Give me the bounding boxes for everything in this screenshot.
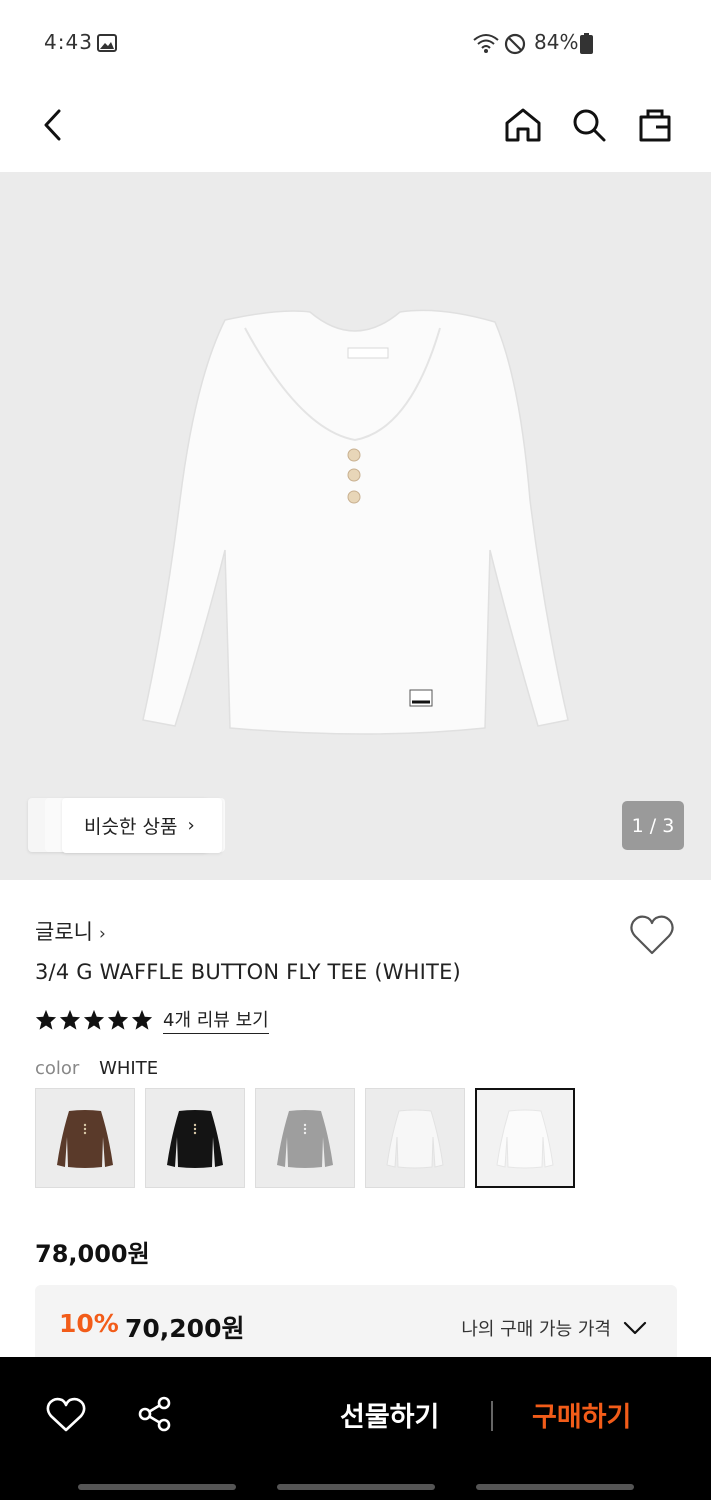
do-not-disturb-icon (504, 33, 526, 55)
wishlist-heart-icon[interactable] (46, 1397, 86, 1433)
shopping-bag-icon[interactable] (632, 102, 678, 148)
nav-gesture-bar (476, 1484, 634, 1490)
discount-percent: 10% (59, 1309, 119, 1338)
search-icon[interactable] (566, 102, 612, 148)
back-icon[interactable] (30, 102, 76, 148)
star-icon (35, 1009, 57, 1030)
status-time: 4:43 (44, 30, 93, 54)
star-icon (59, 1009, 81, 1030)
share-icon[interactable] (136, 1395, 174, 1433)
gift-button[interactable]: 선물하기 (340, 1395, 439, 1434)
swatch-white-selected[interactable] (475, 1088, 575, 1188)
swatch-gray[interactable] (255, 1088, 355, 1188)
discount-price-box: 10% 70,200원 나의 구매 가능 가격 (35, 1285, 677, 1365)
star-icon (107, 1009, 129, 1030)
similar-products-button[interactable]: 비슷한 상품 › (62, 798, 222, 853)
battery-icon (580, 33, 593, 54)
bottom-action-bar: 선물하기 구매하기 (0, 1357, 711, 1500)
status-bar: 4:43 84% (0, 0, 711, 84)
nav-gesture-bar (78, 1484, 236, 1490)
battery-level: 84% (534, 30, 579, 54)
star-icon (83, 1009, 105, 1030)
brand-name: 글로니 (35, 920, 93, 944)
swatch-light[interactable] (365, 1088, 465, 1188)
my-price-label: 나의 구매 가능 가격 (461, 1319, 611, 1340)
chevron-right-icon: › (98, 924, 106, 944)
product-title: 3/4 G WAFFLE BUTTON FLY TEE (WHITE) (35, 960, 461, 984)
brand-link[interactable]: 글로니 › (35, 916, 106, 946)
image-page-counter: 1 / 3 (622, 801, 684, 850)
buy-button[interactable]: 구매하기 (532, 1395, 631, 1434)
chevron-down-icon (623, 1321, 647, 1335)
product-image (142, 309, 569, 735)
color-label: color (35, 1058, 80, 1079)
my-price-toggle[interactable]: 나의 구매 가능 가격 (461, 1315, 647, 1341)
color-value: WHITE (99, 1058, 159, 1079)
rating-row: 4개 리뷰 보기 (35, 1006, 269, 1034)
swatch-black[interactable] (145, 1088, 245, 1188)
image-icon (97, 34, 117, 52)
color-row: color WHITE (35, 1058, 158, 1079)
wifi-icon (473, 34, 499, 53)
top-nav (0, 84, 711, 172)
nav-gesture-bar (277, 1484, 435, 1490)
review-link[interactable]: 4개 리뷰 보기 (163, 1006, 269, 1034)
swatch-brown[interactable] (35, 1088, 135, 1188)
divider (491, 1401, 493, 1431)
chevron-right-icon: › (187, 815, 195, 836)
star-icon (131, 1009, 153, 1030)
color-swatches (35, 1088, 585, 1188)
home-icon[interactable] (500, 102, 546, 148)
product-image-carousel[interactable]: 비슷한 상품 › 1 / 3 (0, 172, 711, 880)
discount-price: 70,200원 (125, 1314, 245, 1343)
original-price: 78,000원 (35, 1240, 150, 1268)
similar-products-label: 비슷한 상품 (84, 816, 178, 838)
wishlist-heart-icon[interactable] (629, 914, 675, 956)
